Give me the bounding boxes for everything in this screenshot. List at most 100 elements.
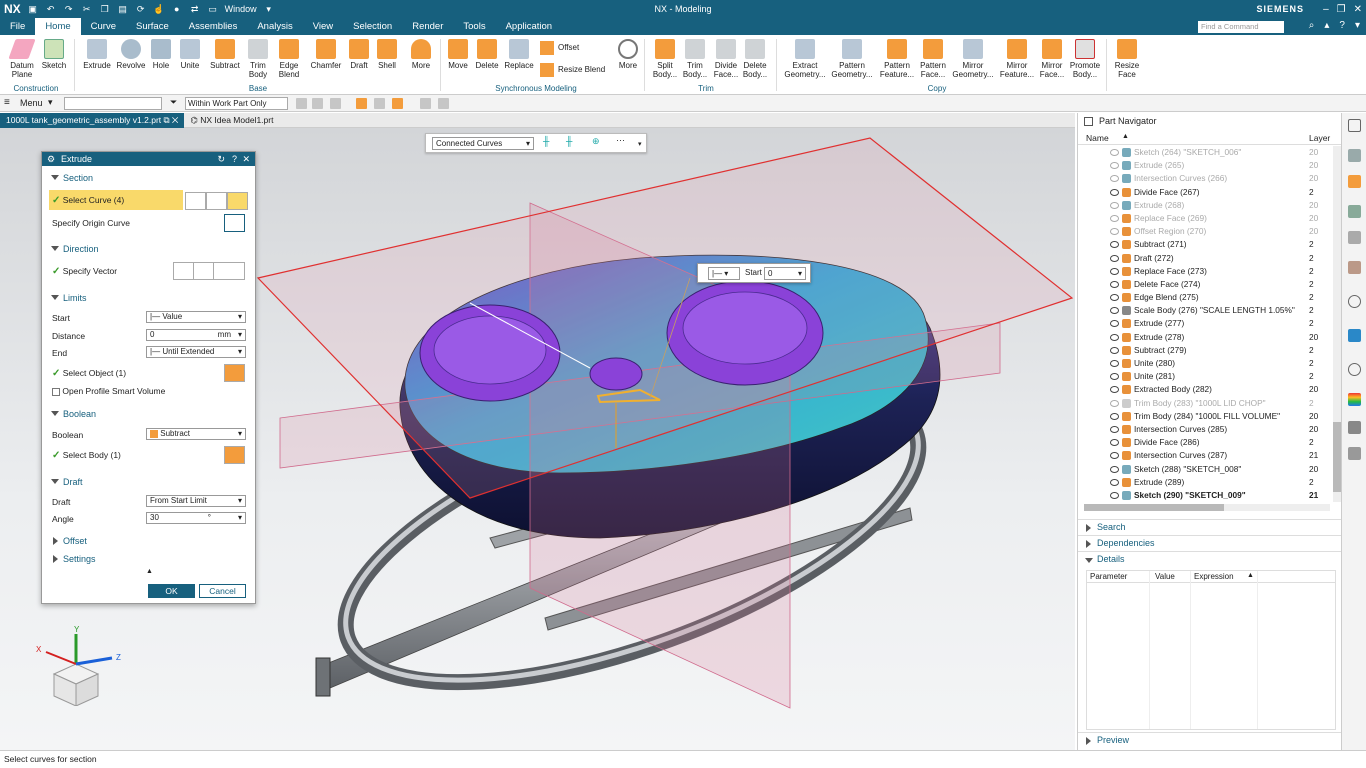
body-filter-icon[interactable] — [374, 98, 385, 109]
visibility-eye-icon[interactable] — [1110, 373, 1119, 381]
visibility-eye-icon[interactable] — [1110, 412, 1119, 420]
move-button[interactable]: Move — [444, 37, 472, 70]
cut-icon[interactable]: ✂ — [81, 3, 93, 15]
curve-filter-icon[interactable] — [438, 98, 449, 109]
visibility-eye-icon[interactable] — [1110, 333, 1119, 341]
settings-group-header[interactable]: Settings — [42, 552, 255, 566]
trim-body-button-2[interactable]: Trim Body... — [680, 37, 710, 79]
edge-blend-button[interactable]: Edge Blend — [274, 37, 304, 79]
visibility-eye-icon[interactable] — [1110, 294, 1119, 302]
resize-blend-button[interactable]: Resize Blend — [540, 63, 605, 77]
view-triad[interactable]: Y X Z — [30, 626, 130, 706]
feature-row[interactable]: Subtract (271) 2 — [1078, 238, 1334, 251]
visibility-eye-icon[interactable] — [1110, 188, 1119, 196]
selection-scope-dropdown[interactable]: Within Work Part Only — [185, 97, 288, 110]
reuse-library-icon[interactable] — [1348, 231, 1361, 244]
feature-row[interactable]: Sketch (290) "SKETCH_009" 21 — [1078, 489, 1334, 502]
curve-select-icon[interactable] — [227, 192, 248, 210]
col-value[interactable]: Value — [1155, 572, 1175, 581]
visibility-eye-icon[interactable] — [1110, 307, 1119, 315]
collapse-icon[interactable]: ▴ — [1324, 20, 1329, 31]
sketch-section-icon[interactable] — [185, 192, 206, 210]
settings-icon[interactable] — [1348, 119, 1361, 132]
feature-row[interactable]: Intersection Curves (287) 21 — [1078, 449, 1334, 462]
feature-row[interactable]: Unite (280) 2 — [1078, 357, 1334, 370]
delete-body-button[interactable]: Delete Body... — [740, 37, 770, 79]
angle-input[interactable]: 30 ° ▾ — [146, 512, 246, 524]
pattern-feature-button[interactable]: Pattern Feature... — [876, 37, 918, 79]
chain-icon[interactable]: ⊕ — [592, 136, 600, 147]
feature-row[interactable]: Extrude (268) 20 — [1078, 199, 1334, 212]
type-filter-dropdown[interactable] — [64, 97, 162, 110]
undo-icon[interactable]: ↶ — [45, 3, 57, 15]
tab-tools[interactable]: Tools — [453, 18, 495, 35]
help-icon[interactable]: ? — [232, 152, 237, 166]
tab-home[interactable]: Home — [35, 18, 81, 35]
web-browser-icon[interactable] — [1348, 295, 1361, 308]
constraint-navigator-icon[interactable] — [1348, 205, 1361, 218]
col-layer[interactable]: Layer — [1309, 133, 1330, 143]
close-icon[interactable]: ✕ — [1354, 4, 1362, 15]
filter-icon[interactable]: ⏷ — [170, 97, 177, 108]
feature-row[interactable]: Divide Face (267) 2 — [1078, 186, 1334, 199]
boolean-dropdown[interactable]: Subtract ▾ — [146, 428, 246, 440]
open-profile-row[interactable]: Open Profile Smart Volume — [52, 386, 165, 396]
switch-window-icon[interactable]: ⇄ — [189, 3, 201, 15]
face-filter-icon[interactable] — [392, 98, 403, 109]
details-panel[interactable]: Details — [1078, 551, 1342, 566]
feature-row[interactable]: Unite (281) 2 — [1078, 370, 1334, 383]
visibility-eye-icon[interactable] — [1110, 162, 1119, 170]
settings-icon[interactable]: ▾ — [1355, 20, 1360, 31]
tab-surface[interactable]: Surface — [126, 18, 179, 35]
curve-rule-dropdown[interactable]: Connected Curves ▾ — [432, 137, 534, 150]
doc-tab-tank-assembly[interactable]: 1000L tank_geometric_assembly v1.2.prt ⧉… — [0, 113, 185, 128]
split-body-button[interactable]: Split Body... — [648, 37, 682, 79]
visibility-eye-icon[interactable] — [1110, 360, 1119, 367]
chevron-down-icon[interactable]: ▾ — [48, 97, 53, 108]
tab-view[interactable]: View — [303, 18, 343, 35]
snap-icon[interactable] — [296, 98, 307, 109]
feature-row[interactable]: Subtract (279) 2 — [1078, 344, 1334, 357]
curve-rule-icon[interactable] — [206, 192, 227, 210]
close-icon[interactable]: ✕ — [242, 152, 250, 166]
mirror-geometry-button[interactable]: Mirror Geometry... — [950, 37, 996, 79]
pattern-geometry-button[interactable]: Pattern Geometry... — [828, 37, 876, 79]
touch-icon[interactable]: ☝ — [153, 3, 165, 15]
subtract-button[interactable]: Subtract — [206, 37, 244, 70]
feature-row[interactable]: Sketch (288) "SKETCH_008" 20 — [1078, 463, 1334, 476]
more-options-icon[interactable]: ··· — [616, 135, 625, 145]
visibility-eye-icon[interactable] — [1110, 465, 1119, 473]
feature-row[interactable]: Offset Region (270) 20 — [1078, 225, 1334, 238]
restore-icon[interactable]: ❐ — [1337, 4, 1346, 15]
mic-icon[interactable]: ● — [171, 3, 183, 15]
datum-plane-button[interactable]: Datum Plane — [4, 37, 40, 79]
limits-group-header[interactable]: Limits — [42, 291, 255, 305]
hd3d-tools-icon[interactable] — [1348, 261, 1361, 274]
feature-row[interactable]: Scale Body (276) "SCALE LENGTH 1.05%" 2 — [1078, 304, 1334, 317]
hole-button[interactable]: Hole — [148, 37, 174, 70]
scroll-thumb[interactable] — [1333, 422, 1341, 492]
limit-type-dropdown[interactable]: |— ▾ — [708, 267, 740, 280]
vertical-scrollbar[interactable] — [1333, 146, 1341, 502]
cancel-button[interactable]: Cancel — [199, 584, 246, 598]
chamfer-button[interactable]: Chamfer — [306, 37, 346, 70]
feature-row[interactable]: Intersection Curves (285) 20 — [1078, 423, 1334, 436]
follow-fillet-icon[interactable]: ╫ — [566, 136, 572, 146]
tab-curve[interactable]: Curve — [81, 18, 126, 35]
edge-filter-icon[interactable] — [420, 98, 431, 109]
feature-row[interactable]: Extrude (277) 2 — [1078, 317, 1334, 330]
menu-button[interactable]: Menu — [20, 98, 43, 108]
select-body-icon[interactable] — [224, 446, 245, 464]
visibility-eye-icon[interactable] — [1110, 267, 1119, 275]
col-expression[interactable]: Expression — [1194, 572, 1234, 581]
direction-group-header[interactable]: Direction — [42, 242, 255, 256]
feature-row[interactable]: Intersection Curves (266) 20 — [1078, 172, 1334, 185]
shell-button[interactable]: Shell — [374, 37, 400, 70]
feature-row[interactable]: Extrude (278) 20 — [1078, 331, 1334, 344]
feature-row[interactable]: Replace Face (269) 20 — [1078, 212, 1334, 225]
feature-row[interactable]: Extrude (289) 2 — [1078, 476, 1334, 489]
extract-geometry-button[interactable]: Extract Geometry... — [782, 37, 828, 79]
offset-button[interactable]: Offset — [540, 41, 579, 55]
draft-dropdown[interactable]: From Start Limit ▾ — [146, 495, 246, 507]
delete-button[interactable]: Delete — [472, 37, 502, 70]
